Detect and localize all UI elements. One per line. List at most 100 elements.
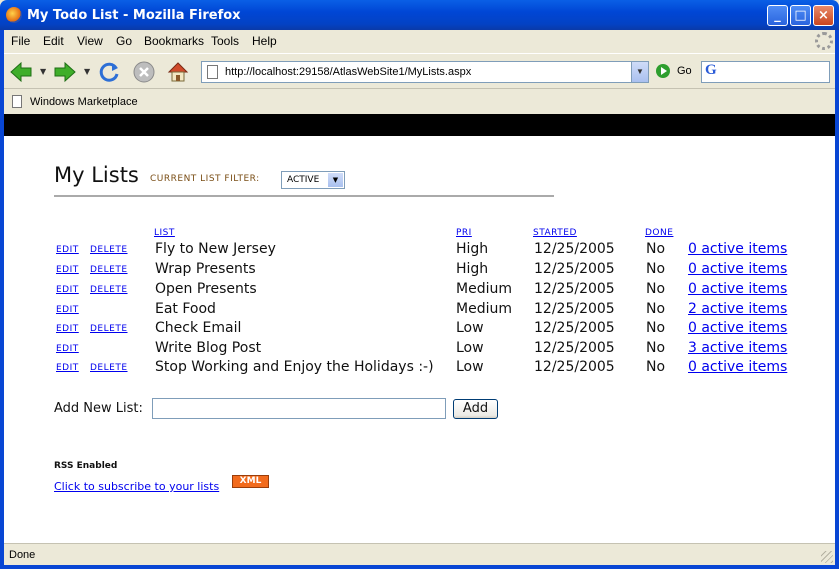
menu-edit[interactable]: Edit [43,34,64,48]
list-priority: Low [456,359,484,375]
list-priority: High [456,261,489,277]
edit-link[interactable]: EDIT [56,324,79,334]
subscribe-link[interactable]: Click to subscribe to your lists [54,480,219,493]
url-bar[interactable]: http://localhost:29158/AtlasWebSite1/MyL… [201,61,649,83]
go-icon[interactable] [656,64,670,78]
edit-link[interactable]: EDIT [56,285,79,295]
header-bar [4,114,835,136]
menu-file[interactable]: File [11,34,30,48]
back-arrow-icon[interactable] [8,59,34,85]
table-row: EDIT DELETE Check Email Low 12/25/2005 No 0 ac… [4,320,835,340]
active-items-link[interactable]: 0 active items [688,241,787,257]
stop-icon[interactable] [131,59,157,85]
window-title: My Todo List - Mozilla Firefox [27,8,241,23]
menu-go[interactable]: Go [116,34,132,48]
list-name: Write Blog Post [155,340,262,356]
forward-dropdown-icon[interactable]: ▼ [84,67,90,76]
status-text: Done [9,549,36,561]
menu-bookmarks[interactable]: Bookmarks [144,34,204,48]
url-text[interactable]: http://localhost:29158/AtlasWebSite1/MyL… [225,66,471,78]
google-search-icon[interactable]: G [705,62,717,79]
list-priority: Medium [456,281,512,297]
active-items-link[interactable]: 0 active items [688,281,787,297]
active-items-link[interactable]: 3 active items [688,340,787,356]
delete-link[interactable]: DELETE [90,324,128,334]
menu-view[interactable]: View [77,34,103,48]
resize-grip-icon[interactable] [821,551,833,563]
list-started-date: 12/25/2005 [534,241,615,257]
list-started-date: 12/25/2005 [534,301,615,317]
list-priority: Medium [456,301,512,317]
edit-link[interactable]: EDIT [56,363,79,373]
list-started-date: 12/25/2005 [534,261,615,277]
list-done-status: No [646,261,666,277]
window-titlebar[interactable]: My Todo List - Mozilla Firefox _ □ × [0,0,839,30]
list-started-date: 12/25/2005 [534,340,615,356]
add-button[interactable]: Add [453,399,498,419]
back-dropdown-icon[interactable]: ▼ [40,67,46,76]
column-header-pri[interactable]: PRI [456,228,472,238]
page-icon [207,65,218,79]
active-items-link[interactable]: 2 active items [688,301,787,317]
search-box[interactable]: G [701,61,830,83]
delete-link[interactable]: DELETE [90,285,128,295]
list-filter-select[interactable]: ACTIVE ▼ [281,171,345,189]
new-list-input[interactable] [152,398,446,419]
table-row: EDIT DELETE Wrap Presents High 12/25/2005 No 0… [4,261,835,281]
rss-enabled-label: RSS Enabled [54,461,118,471]
navigation-toolbar: ▼ ▼ http://localhost:29158/AtlasWebSite1… [4,53,835,89]
reload-icon[interactable] [96,59,122,85]
minimize-button[interactable]: _ [767,5,788,26]
delete-link[interactable]: DELETE [90,265,128,275]
status-bar: Done [4,543,835,565]
column-header-done[interactable]: DONE [645,228,673,238]
active-items-link[interactable]: 0 active items [688,359,787,375]
list-started-date: 12/25/2005 [534,359,615,375]
bookmarks-toolbar: Windows Marketplace [4,90,835,114]
table-row: EDIT DELETE Open Presents Medium 12/25/2005 N… [4,281,835,301]
column-header-list[interactable]: LIST [154,228,175,238]
list-done-status: No [646,281,666,297]
page-title: My Lists [54,163,139,187]
firefox-icon [6,7,22,23]
throbber-icon [815,32,833,50]
chevron-down-icon[interactable]: ▼ [328,173,343,187]
edit-link[interactable]: EDIT [56,344,79,354]
bookmark-windows-marketplace[interactable]: Windows Marketplace [30,96,138,108]
go-button-label[interactable]: Go [677,65,692,77]
active-items-link[interactable]: 0 active items [688,261,787,277]
home-icon[interactable] [165,59,191,85]
bookmark-page-icon [12,95,22,108]
list-done-status: No [646,359,666,375]
list-name: Check Email [155,320,242,336]
forward-arrow-icon[interactable] [52,59,78,85]
delete-link[interactable]: DELETE [90,245,128,255]
filter-label: CURRENT LIST FILTER: [150,174,260,184]
list-name: Eat Food [155,301,216,317]
edit-link[interactable]: EDIT [56,245,79,255]
table-row: EDIT Eat Food Medium 12/25/2005 No 2 active i… [4,301,835,321]
list-priority: Low [456,320,484,336]
close-button[interactable]: × [813,5,834,26]
edit-link[interactable]: EDIT [56,305,79,315]
url-dropdown-icon[interactable]: ▼ [631,62,648,82]
active-items-link[interactable]: 0 active items [688,320,787,336]
edit-link[interactable]: EDIT [56,265,79,275]
list-done-status: No [646,320,666,336]
list-name: Fly to New Jersey [155,241,276,257]
menu-help[interactable]: Help [252,34,277,48]
table-row: EDIT Write Blog Post Low 12/25/2005 No 3 acti… [4,340,835,360]
list-done-status: No [646,340,666,356]
page-content: My Lists CURRENT LIST FILTER: ACTIVE ▼ L… [4,114,835,543]
list-started-date: 12/25/2005 [534,281,615,297]
delete-link[interactable]: DELETE [90,363,128,373]
table-row: EDIT DELETE Fly to New Jersey High 12/25/200… [4,241,835,261]
list-done-status: No [646,241,666,257]
menu-tools[interactable]: Tools [211,34,239,48]
window-frame-bottom [0,565,839,569]
xml-feed-badge[interactable]: XML [232,475,269,488]
list-name: Wrap Presents [155,261,256,277]
column-header-started[interactable]: STARTED [533,228,577,238]
maximize-button[interactable]: □ [790,5,811,26]
list-started-date: 12/25/2005 [534,320,615,336]
